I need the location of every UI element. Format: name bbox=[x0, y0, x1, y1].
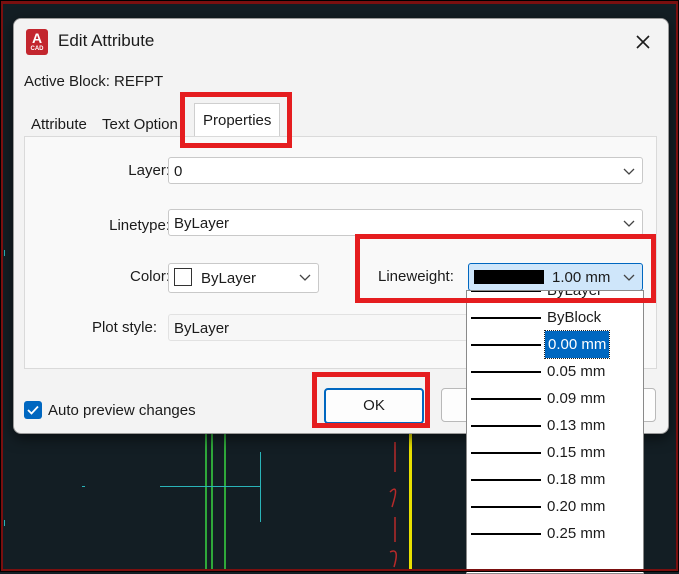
lineweight-option[interactable]: 0.13 mm bbox=[467, 412, 643, 439]
lineweight-option[interactable]: ByLayer bbox=[467, 291, 643, 304]
layer-value: 0 bbox=[174, 163, 183, 180]
lineweight-value: 1.00 mm bbox=[552, 269, 611, 286]
lineweight-option[interactable]: ByBlock bbox=[467, 304, 643, 331]
app-icon-letter: A bbox=[31, 30, 43, 46]
lineweight-line-sample bbox=[471, 425, 541, 427]
lineweight-option[interactable]: 0.09 mm bbox=[467, 385, 643, 412]
lineweight-line-sample bbox=[471, 371, 541, 373]
chevron-down-icon bbox=[622, 158, 636, 185]
color-value: ByLayer bbox=[201, 270, 257, 287]
drawing-side-line bbox=[4, 250, 5, 256]
drawing-green-line bbox=[205, 430, 207, 572]
ok-button[interactable]: OK bbox=[324, 388, 424, 424]
lineweight-line-sample bbox=[471, 317, 541, 319]
plot-style-dropdown: ByLayer bbox=[168, 314, 468, 341]
lineweight-option[interactable]: 0.15 mm bbox=[467, 439, 643, 466]
lineweight-option[interactable]: 0.20 mm bbox=[467, 493, 643, 520]
checkmark-icon bbox=[27, 405, 39, 415]
lineweight-line-sample bbox=[471, 344, 541, 346]
autocad-app-icon: A CAD bbox=[26, 29, 48, 55]
linetype-label: Linetype: bbox=[109, 217, 170, 234]
lineweight-line-sample bbox=[471, 506, 541, 508]
active-block-label: Active Block: REFPT bbox=[24, 73, 164, 90]
plot-style-label: Plot style: bbox=[91, 319, 157, 336]
layer-dropdown[interactable]: 0 bbox=[168, 157, 643, 184]
lineweight-option[interactable]: 0.18 mm bbox=[467, 466, 643, 493]
drawing-side-line bbox=[4, 520, 5, 526]
lineweight-dropdown[interactable]: 1.00 mm bbox=[468, 263, 643, 291]
drawing-green-line bbox=[224, 430, 226, 572]
tab-text-options[interactable]: Text Option bbox=[98, 111, 182, 139]
chevron-down-icon bbox=[298, 264, 312, 294]
close-button[interactable] bbox=[630, 29, 656, 55]
drawing-green-line bbox=[211, 430, 213, 572]
app-icon-subtext: CAD bbox=[30, 46, 44, 52]
linetype-value: ByLayer bbox=[174, 215, 230, 232]
drawing-cyan-line bbox=[260, 452, 261, 522]
lineweight-line-sample bbox=[471, 452, 541, 454]
lineweight-line-sample bbox=[471, 479, 541, 481]
tab-attribute[interactable]: Attribute bbox=[27, 111, 91, 139]
chevron-down-icon bbox=[622, 210, 636, 237]
drawing-cyan-line bbox=[82, 486, 85, 487]
lineweight-line-sample bbox=[471, 398, 541, 400]
auto-preview-checkbox[interactable] bbox=[24, 401, 42, 419]
linetype-dropdown[interactable]: ByLayer bbox=[168, 209, 643, 236]
auto-preview-label: Auto preview changes bbox=[48, 402, 196, 419]
drawing-red-dimension bbox=[389, 442, 397, 568]
lineweight-sample-bar bbox=[474, 270, 544, 284]
lineweight-option[interactable]: 0.05 mm bbox=[467, 358, 643, 385]
dialog-titlebar[interactable]: A CAD Edit Attribute bbox=[14, 19, 668, 65]
layer-label: Layer: bbox=[128, 162, 170, 179]
plot-style-value: ByLayer bbox=[174, 320, 230, 337]
close-icon bbox=[636, 35, 650, 49]
lineweight-option[interactable]: 0.25 mm bbox=[467, 520, 643, 547]
lineweight-option-selected[interactable]: 0.00 mm bbox=[467, 330, 643, 359]
drawing-cyan-line bbox=[160, 486, 260, 487]
lineweight-label: Lineweight: bbox=[378, 268, 454, 285]
chevron-down-icon bbox=[622, 264, 636, 291]
color-dropdown[interactable]: ByLayer bbox=[168, 263, 319, 293]
dialog-title: Edit Attribute bbox=[58, 31, 155, 50]
color-label: Color: bbox=[129, 268, 170, 285]
lineweight-options-list[interactable]: ByLayer ByBlock 0.00 mm 0.05 mm 0.09 mm … bbox=[466, 290, 644, 574]
auto-preview-checkbox-row[interactable]: Auto preview changes bbox=[24, 401, 196, 419]
lineweight-line-sample bbox=[471, 291, 541, 292]
color-swatch bbox=[174, 268, 192, 286]
lineweight-line-sample bbox=[471, 533, 541, 535]
tab-properties[interactable]: Properties bbox=[194, 103, 281, 138]
